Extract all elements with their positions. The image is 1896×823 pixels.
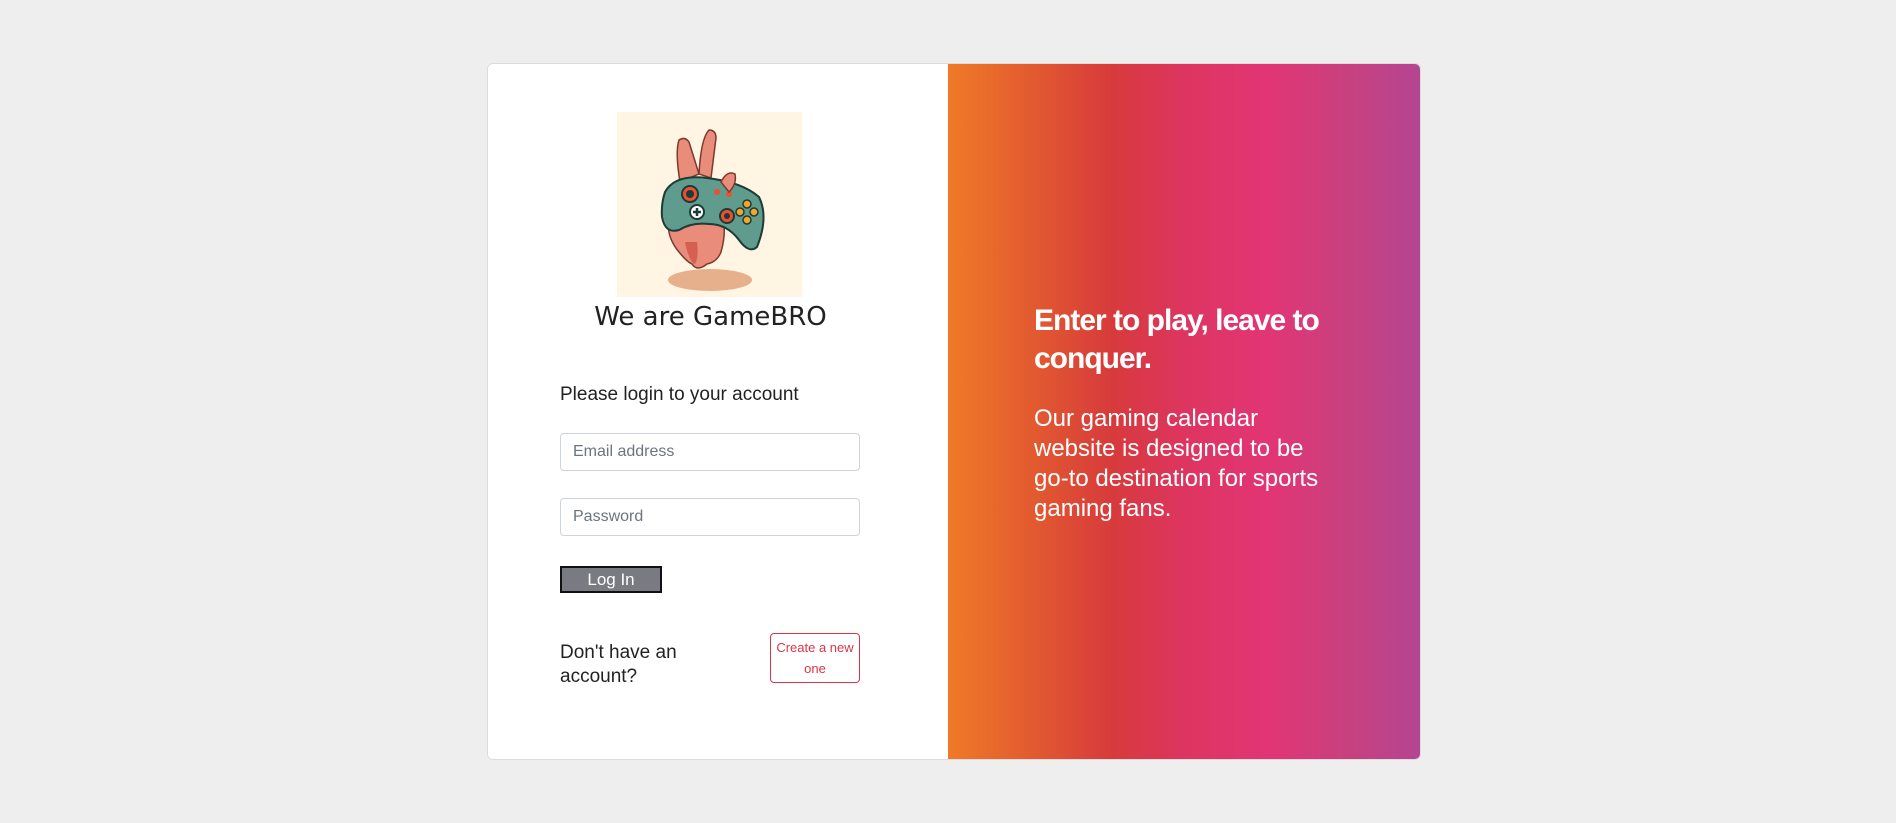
promo-tagline: Enter to play, leave to conquer. [1034, 304, 1320, 375]
create-account-button[interactable]: Create a new one [770, 633, 860, 683]
promo-panel: Enter to play, leave to conquer. Our gam… [948, 64, 1420, 759]
brand-name: We are GameBRO [594, 302, 827, 332]
password-input[interactable] [560, 498, 860, 536]
login-heading: Please login to your account [560, 384, 799, 405]
logo [617, 112, 802, 297]
log-in-button[interactable]: Log In [560, 566, 662, 593]
no-account-prompt: Don't have an account? [560, 642, 677, 687]
login-panel: We are GameBRO Please login to your acco… [488, 64, 948, 759]
gamepad-peace-hand-icon [660, 129, 765, 291]
email-input[interactable] [560, 433, 860, 471]
login-card: We are GameBRO Please login to your acco… [487, 63, 1421, 760]
promo-description: Our gaming calendar website is designed … [1034, 405, 1319, 522]
